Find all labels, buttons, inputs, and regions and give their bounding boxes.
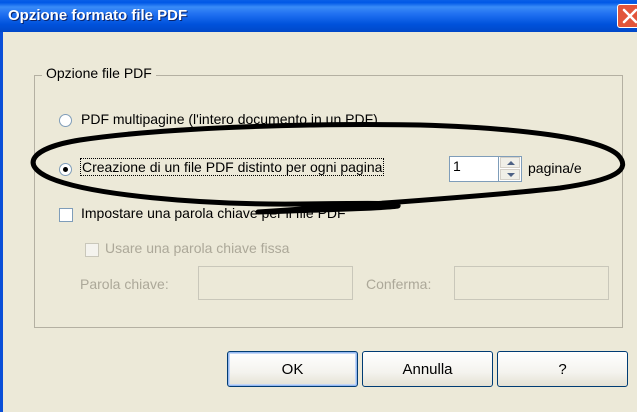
window-frame bbox=[0, 32, 3, 412]
spin-down-icon[interactable] bbox=[500, 169, 520, 180]
per-page-label: Creazione di un file PDF distinto per og… bbox=[80, 158, 385, 176]
fixed-keyword-checkbox[interactable] bbox=[85, 243, 99, 257]
cancel-button[interactable]: Annulla bbox=[362, 351, 493, 387]
help-button[interactable]: ? bbox=[497, 351, 628, 387]
group-title: Opzione file PDF bbox=[42, 65, 156, 81]
per-page-radio[interactable] bbox=[59, 163, 72, 176]
fixed-keyword-label: Usare una parola chiave fissa bbox=[105, 240, 290, 256]
set-keyword-label[interactable]: Impostare una parola chiave per il file … bbox=[81, 205, 346, 221]
close-button[interactable] bbox=[617, 4, 637, 28]
pages-unit-label: pagina/e bbox=[528, 160, 582, 176]
per-page-label-wrap[interactable]: Creazione di un file PDF distinto per og… bbox=[80, 158, 385, 176]
multipage-label[interactable]: PDF multipagine (l'intero documento in u… bbox=[81, 111, 378, 127]
ok-button[interactable]: OK bbox=[227, 351, 358, 387]
confirm-label: Conferma: bbox=[366, 276, 432, 292]
spin-up-icon[interactable] bbox=[500, 157, 520, 168]
confirm-input[interactable] bbox=[454, 266, 609, 300]
keyword-input[interactable] bbox=[198, 266, 353, 300]
title-bar[interactable]: Opzione formato file PDF bbox=[0, 0, 637, 32]
close-icon bbox=[622, 8, 637, 24]
pages-spinner bbox=[499, 156, 522, 182]
window-title: Opzione formato file PDF bbox=[8, 7, 188, 24]
pages-spin-input[interactable]: 1 bbox=[449, 156, 499, 182]
multipage-radio[interactable] bbox=[59, 114, 72, 127]
keyword-label: Parola chiave: bbox=[80, 276, 169, 292]
set-keyword-checkbox[interactable] bbox=[59, 208, 73, 222]
